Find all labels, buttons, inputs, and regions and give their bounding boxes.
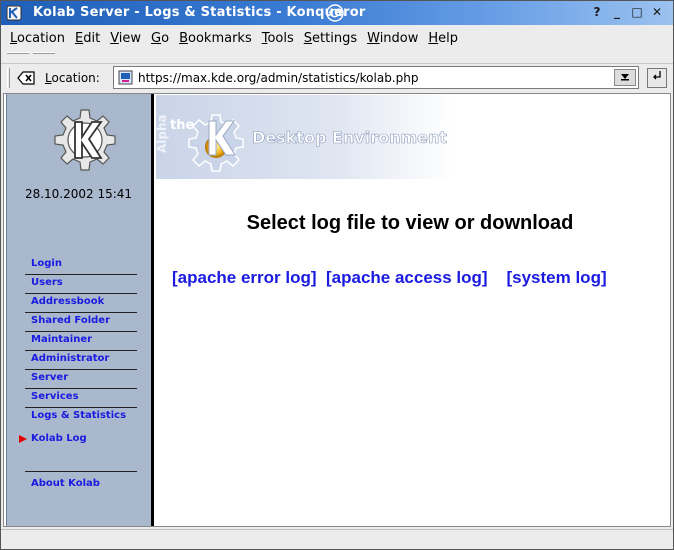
menu-help[interactable]: Help [423,31,463,46]
nav-item-services: Services [25,389,137,408]
url-history-dropdown[interactable] [614,69,636,86]
current-page-arrow-icon [19,435,27,443]
status-bar [1,529,673,549]
menu-bookmarks[interactable]: Bookmarks [174,31,257,46]
window-title: Kolab Server - Logs & Statistics - Konqu… [33,5,366,20]
nav-item-login: Login [25,256,137,275]
nav-link-kolab-log[interactable]: Kolab Log [31,433,87,444]
url-input[interactable] [138,69,608,86]
menu-bookmarks-accel: B [179,30,189,46]
nav-link-login[interactable]: Login [31,258,62,269]
nav-item-logs-statistics: Logs & Statistics [25,408,137,427]
desktop-swirl-icon [326,4,344,22]
grip-line [33,52,55,54]
minimize-button[interactable]: _ [609,5,625,20]
url-field[interactable] [113,66,639,89]
nav-link-services[interactable]: Services [31,391,79,402]
apache-access-log-link[interactable]: [apache access log] [326,268,488,287]
nav-link-about-kolab[interactable]: About Kolab [31,478,100,489]
menu-settings-accel: S [303,30,313,46]
grip-line [7,52,29,54]
banner-the: the [170,118,194,133]
sidebar-divider [151,94,154,526]
maximize-button[interactable]: □ [629,5,645,20]
page-heading: Select log file to view or download [246,212,574,234]
banner-alpha: Alpha [156,114,169,153]
menu-location[interactable]: Location [5,31,70,46]
menu-settings-label: ettings [312,30,358,46]
nav-item-addressbook: Addressbook [25,294,137,313]
menu-bar: Location Edit View Go Bookmarks Tools Se… [1,26,673,50]
nav-item-users: Users [25,275,137,294]
menu-bookmarks-label: ookmarks [188,30,252,46]
menu-tools[interactable]: Tools [257,31,299,46]
clear-location-icon[interactable] [17,70,35,86]
banner-desktop-environment: Desktop Environment [252,128,447,147]
menu-view-accel: V [110,30,119,46]
nav-separator [25,456,137,472]
close-button[interactable]: ✕ [649,5,665,20]
title-bar[interactable]: Kolab Server - Logs & Statistics - Konqu… [1,1,673,25]
menu-help-label: elp [438,30,459,46]
menu-go-accel: G [151,30,162,46]
admin-nav: Login Users Addressbook Shared Folder Ma… [19,256,137,495]
menu-edit-label: dit [83,30,101,46]
kde-gear-logo [54,109,116,171]
nav-item-server: Server [25,370,137,389]
menu-go[interactable]: Go [146,31,174,46]
browser-window: Kolab Server - Logs & Statistics - Konqu… [0,0,674,550]
menu-edit-accel: E [75,30,84,46]
nav-link-users[interactable]: Users [31,277,63,288]
nav-link-server[interactable]: Server [31,372,68,383]
location-label-text: ocation: [51,71,100,85]
menu-window-label: indow [379,30,419,46]
nav-item-kolab-log: Kolab Log [19,431,137,450]
location-toolbar: Location: [1,63,673,91]
apache-error-log-link[interactable]: [apache error log] [172,268,317,287]
page-content: 28.10.2002 15:41 Login Users Addressbook… [3,93,671,527]
nav-link-logs-statistics[interactable]: Logs & Statistics [31,410,126,421]
menu-edit[interactable]: Edit [70,31,105,46]
log-links: [apache error log] [apache access log] [… [172,268,607,288]
nav-link-shared-folder[interactable]: Shared Folder [31,315,110,326]
nav-item-shared-folder: Shared Folder [25,313,137,332]
menu-location-label: ocation [17,30,65,46]
location-label: Location: [45,71,100,85]
help-button[interactable]: ? [589,5,605,20]
toolbar-handle[interactable] [7,68,10,88]
nav-item-administrator: Administrator [25,351,137,370]
menu-location-accel: L [10,30,18,46]
menu-window[interactable]: Window [362,31,423,46]
menu-view[interactable]: View [105,31,146,46]
menu-tools-label: ools [267,30,294,46]
nav-item-maintainer: Maintainer [25,332,137,351]
nav-link-maintainer[interactable]: Maintainer [31,334,92,345]
menu-go-label: o [161,30,170,46]
system-log-link[interactable]: [system log] [506,268,606,287]
chevron-down-icon [621,74,629,81]
kde-banner: Alpha the Desktop Environment [156,95,452,179]
menu-settings[interactable]: Settings [299,31,362,46]
menu-view-label: iew [118,30,142,46]
menu-help-accel: H [428,30,439,46]
konqueror-icon [6,5,22,21]
nav-item-about: About Kolab [25,476,137,495]
go-arrow-icon [653,71,661,80]
kolab-sidebar: 28.10.2002 15:41 Login Users Addressbook… [6,94,151,526]
nav-link-addressbook[interactable]: Addressbook [31,296,104,307]
nav-link-administrator[interactable]: Administrator [31,353,109,364]
current-datetime: 28.10.2002 15:41 [24,187,133,201]
menu-window-accel: W [367,30,380,46]
toolbar-grip[interactable] [7,52,67,60]
go-button[interactable] [647,68,667,88]
page-icon [118,70,133,85]
